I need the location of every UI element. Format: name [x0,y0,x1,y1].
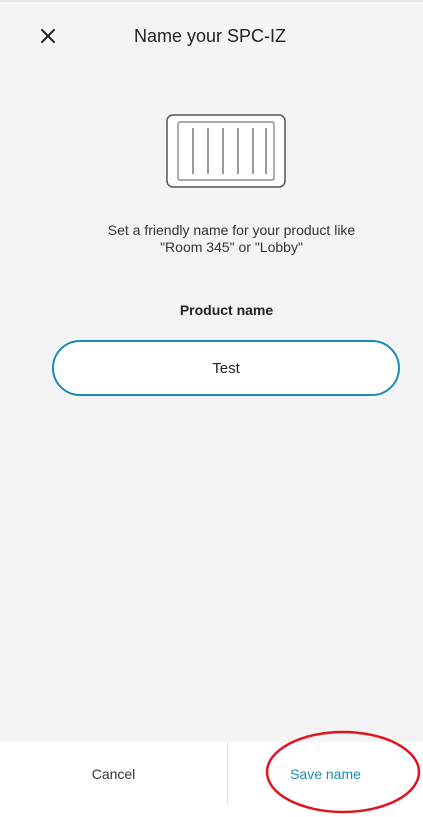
close-button[interactable] [36,24,60,48]
product-name-field[interactable] [52,340,400,396]
name-product-screen: Name your SPC-IZ Set a friendly name for… [0,0,423,817]
product-name-input[interactable] [54,342,398,394]
radiator-icon [166,114,286,188]
close-icon [41,29,55,43]
cancel-button[interactable]: Cancel [0,742,227,805]
save-name-button[interactable]: Save name [228,742,423,805]
page-title: Name your SPC-IZ [133,26,287,46]
product-name-label: Product name [179,302,274,318]
product-description: Set a friendly name for your product lik… [107,222,356,255]
